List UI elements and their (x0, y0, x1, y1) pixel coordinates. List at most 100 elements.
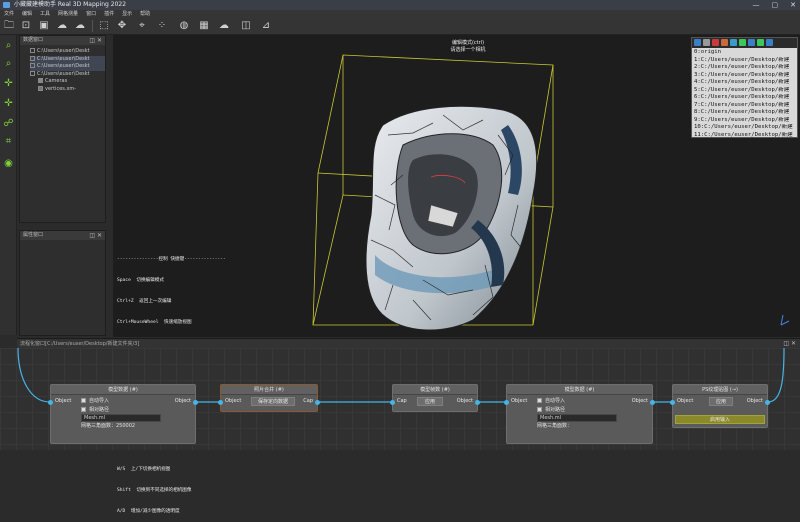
relative-path-checkbox[interactable]: 相对路径 (537, 405, 617, 414)
nodes-icon[interactable]: ☍ (2, 117, 15, 130)
minimize-button[interactable]: — (753, 0, 760, 10)
maximize-button[interactable]: ▢ (772, 0, 779, 10)
menu-window[interactable]: 窗口 (86, 10, 96, 18)
model-data-node[interactable]: 模型数据 (#) Object Object 自动导入 相对路径 Mesh.ml… (48, 384, 198, 444)
list-tool-icon[interactable] (694, 39, 701, 46)
camera-list-item[interactable]: 9:C:/Users/euser/Desktop/新建 (692, 117, 797, 125)
zoom-region-icon[interactable]: ⌕ (2, 57, 15, 70)
input-port-label: Object (511, 398, 528, 404)
file-icon (38, 85, 43, 91)
menu-display[interactable]: 显示 (122, 10, 132, 18)
camera-list-item[interactable]: 6:C:/Users/euser/Desktop/新建 (692, 94, 797, 102)
grid-icon[interactable]: ▦ (198, 20, 210, 32)
ps-texture-node[interactable]: PS纹理贴图 (→) Object Object 应用 启用输入 (670, 384, 770, 428)
mesh-file-field[interactable]: Mesh.ml (81, 414, 161, 422)
menu-help[interactable]: 帮助 (140, 10, 150, 18)
cloud-mesh-icon[interactable]: ☁ (218, 20, 230, 32)
menu-tools[interactable]: 工具 (40, 10, 50, 18)
enable-input-button[interactable]: 启用输入 (675, 415, 765, 424)
cloud-icon[interactable]: ☁ (56, 20, 68, 32)
checkbox-icon[interactable] (30, 55, 35, 61)
box-icon[interactable]: ◫ (240, 20, 252, 32)
camera-list-item[interactable]: 11:C:/Users/euser/Desktop/新建 (692, 132, 797, 140)
input-port[interactable] (218, 400, 223, 405)
flow-graph[interactable]: 模型数据 (#) Object Object 自动导入 相对路径 Mesh.ml… (0, 348, 800, 450)
save-orientation-button[interactable]: 保存定向数据 (251, 397, 295, 406)
move-icon[interactable]: ✥ (116, 20, 128, 32)
folder-icon (38, 78, 43, 83)
list-tool-icon[interactable] (703, 39, 710, 46)
output-port[interactable] (475, 400, 480, 405)
auto-import-checkbox[interactable]: 自动导入 (81, 396, 161, 405)
camera-list-item[interactable]: 1:C:/Users/euser/Desktop/新建 (692, 57, 797, 65)
photo-merge-node[interactable]: 照片合并 (#) Object Cap 保存定向数据 (218, 384, 320, 412)
list-tool-icon[interactable] (766, 39, 773, 46)
list-tool-icon[interactable] (748, 39, 755, 46)
point-cloud-icon[interactable]: ⁘ (156, 20, 168, 32)
tree-item[interactable]: C:\Users\euser\Deskt (30, 70, 105, 79)
camera-list-item[interactable]: 4:C:/Users/euser/Desktop/新建 (692, 79, 797, 87)
axis-gizmo (780, 314, 790, 326)
camera-list-item[interactable]: 2:C:/Users/euser/Desktop/新建 (692, 64, 797, 72)
checkbox-icon[interactable] (30, 63, 35, 68)
list-tool-icon[interactable] (721, 39, 728, 46)
save-icon[interactable]: ▣ (38, 20, 50, 32)
model-frame-node[interactable]: 模型帧数 (#) Cap Object 应用 (390, 384, 480, 412)
mesh-file-field[interactable]: Mesh.ml (537, 414, 617, 422)
menu-bar: 文件 编辑 工具 网格测量 窗口 插件 显示 帮助 (0, 10, 800, 18)
camera-list-item[interactable]: 0:origin (692, 49, 797, 57)
output-port-label: Object (631, 398, 648, 404)
camera-list-item[interactable]: 5:C:/Users/euser/Desktop/新建 (692, 87, 797, 95)
panel-float-close-icon[interactable]: ◫ ✕ (89, 36, 102, 45)
magnify-icon[interactable]: ⌕ (2, 39, 15, 52)
tree-item[interactable]: C:\Users\euser\Deskt (30, 48, 105, 56)
relative-path-checkbox[interactable]: 相对路径 (81, 405, 161, 414)
output-port-label: Object (174, 398, 191, 404)
input-port[interactable] (670, 400, 675, 405)
input-port-label: Cap (397, 398, 407, 404)
confirm-icon[interactable] (757, 39, 764, 46)
checkbox-icon[interactable] (30, 48, 35, 53)
apply-button[interactable]: 应用 (417, 397, 443, 406)
camera-icon[interactable]: ⌖ (136, 20, 148, 32)
checkbox-icon[interactable] (30, 70, 35, 76)
measure-icon[interactable]: ⊿ (260, 20, 272, 32)
menu-mesh[interactable]: 网格测量 (58, 10, 78, 18)
camera-list-item[interactable]: 7:C:/Users/euser/Desktop/新建 (692, 102, 797, 110)
target-icon[interactable]: ◉ (2, 157, 15, 170)
crosshair-icon[interactable]: ✛ (2, 77, 15, 90)
camera-list-item[interactable]: 8:C:/Users/euser/Desktop/新建 (692, 109, 797, 117)
camera-list-item[interactable]: 3:C:/Users/euser/Desktop/新建 (692, 72, 797, 80)
mesh-grid-icon[interactable]: ⌗ (2, 135, 15, 148)
open-folder-icon[interactable]: 🗀 (3, 20, 15, 32)
import-icon[interactable]: ⊡ (20, 20, 32, 32)
menu-edit[interactable]: 编辑 (22, 10, 32, 18)
apply-button[interactable]: 应用 (709, 397, 733, 406)
record-icon[interactable] (712, 39, 719, 46)
camera-list-toolbar (692, 38, 797, 48)
panel-float-close-icon[interactable]: ◫ ✕ (89, 231, 102, 240)
tree-item[interactable]: C:\Users\euser\Deskt (30, 55, 105, 63)
axis-icon[interactable]: ✛ (2, 97, 15, 110)
sphere-icon[interactable]: ◍ (178, 20, 190, 32)
cube-icon[interactable]: ⬚ (98, 20, 110, 32)
output-port[interactable] (315, 400, 320, 405)
camera-list-item[interactable]: 10:C:/Users/euser/Desktop/新建 (692, 124, 797, 132)
list-tool-icon[interactable] (730, 39, 737, 46)
output-port[interactable] (650, 400, 655, 405)
tree-item[interactable]: C:\Users\euser\Deskt (30, 63, 105, 71)
input-port[interactable] (48, 400, 53, 405)
tree-item-vertices[interactable]: vertices.xm- (30, 85, 105, 94)
close-button[interactable]: ✕ (790, 0, 796, 10)
output-port[interactable] (193, 400, 198, 405)
auto-import-checkbox[interactable]: 自动导入 (537, 396, 617, 405)
input-port[interactable] (504, 400, 509, 405)
menu-file[interactable]: 文件 (4, 10, 14, 18)
list-tool-icon[interactable] (739, 39, 746, 46)
tree-item-cameras[interactable]: Cameras (30, 78, 105, 86)
output-port[interactable] (765, 400, 770, 405)
menu-plugins[interactable]: 插件 (104, 10, 114, 18)
model-data-node[interactable]: 模型数据 (#) Object Object 自动导入 相对路径 Mesh.ml… (504, 384, 655, 444)
cloud-upload-icon[interactable]: ☁ (74, 20, 86, 32)
input-port[interactable] (390, 400, 395, 405)
